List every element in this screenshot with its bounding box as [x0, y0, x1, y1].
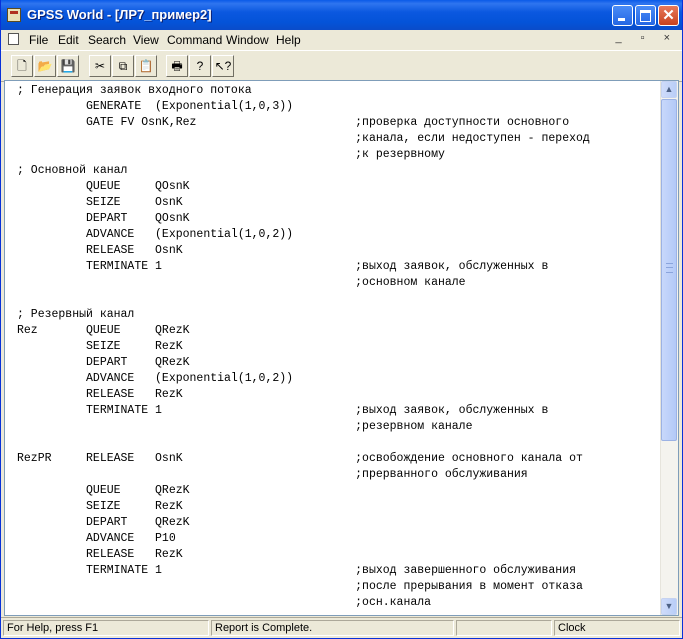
code-line[interactable]: DEPART QRezK	[17, 355, 590, 371]
code-line[interactable]	[17, 291, 590, 307]
code-line[interactable]: ADVANCE (Exponential(1,0,2))	[17, 371, 590, 387]
code-line[interactable]: RezPR RELEASE OsnK ;освобождение основно…	[17, 451, 590, 467]
paste-clipboard-icon[interactable]: 📋	[135, 55, 157, 77]
code-line[interactable]: GATE FV OsnK,Rez ;проверка доступности о…	[17, 115, 590, 131]
gpss-app-icon[interactable]	[7, 8, 21, 22]
code-line[interactable]: DEPART QOsnK	[17, 211, 590, 227]
menu-view[interactable]: View	[133, 33, 159, 47]
save-disk-icon[interactable]: 💾	[57, 55, 79, 77]
menu-search[interactable]: Search	[88, 33, 126, 47]
scroll-up-arrow-icon[interactable]: ▲	[661, 81, 677, 98]
code-line[interactable]: ;прерванного обслуживания	[17, 467, 590, 483]
code-line[interactable]: SEIZE RezK	[17, 339, 590, 355]
code-line[interactable]: ADVANCE P10	[17, 531, 590, 547]
code-line[interactable]: RELEASE RezK	[17, 387, 590, 403]
new-file-icon[interactable]: 🗋	[11, 55, 33, 77]
application-window: GPSS World - [ЛР7_пример2] ✕ File Edit S…	[0, 0, 683, 639]
code-line[interactable]: DEPART QRezK	[17, 515, 590, 531]
minimize-icon	[618, 18, 625, 21]
help-question-icon[interactable]: ?	[189, 55, 211, 77]
code-line[interactable]: ;осн.канала	[17, 595, 590, 611]
code-line[interactable]: GENERATE (Exponential(1,0,3))	[17, 99, 590, 115]
open-folder-icon[interactable]: 📂	[34, 55, 56, 77]
code-line[interactable]: ;канала, если недоступен - переход	[17, 131, 590, 147]
grip-icon	[666, 263, 673, 273]
menu-help[interactable]: Help	[276, 33, 301, 47]
code-line[interactable]: SEIZE RezK	[17, 499, 590, 515]
document-icon[interactable]	[8, 33, 19, 45]
code-text[interactable]: ; Генерация заявок входного потока GENER…	[17, 83, 590, 611]
status-clock: Clock	[554, 620, 680, 636]
code-line[interactable]: ; Основной канал	[17, 163, 590, 179]
copy-icon[interactable]: ⧉	[112, 55, 134, 77]
code-line[interactable]: ADVANCE (Exponential(1,0,2))	[17, 227, 590, 243]
scroll-thumb[interactable]	[661, 99, 677, 441]
code-editor[interactable]: ; Генерация заявок входного потока GENER…	[4, 80, 679, 616]
menu-edit[interactable]: Edit	[58, 33, 79, 47]
maximize-icon	[640, 10, 651, 22]
code-line[interactable]: ;резервном канале	[17, 419, 590, 435]
menu-file[interactable]: File	[29, 33, 48, 47]
close-button[interactable]: ✕	[658, 5, 679, 26]
scroll-down-arrow-icon[interactable]: ▼	[661, 598, 677, 615]
status-bar: For Help, press F1 Report is Complete. C…	[1, 617, 682, 638]
mdi-window-controls[interactable]: _ ▫ ×	[615, 32, 678, 44]
maximize-button[interactable]	[635, 5, 656, 26]
status-help-text: For Help, press F1	[3, 620, 209, 636]
menu-bar: File Edit Search View Command Window Hel…	[1, 30, 682, 49]
code-line[interactable]: RELEASE RezK	[17, 547, 590, 563]
code-line[interactable]: TERMINATE 1 ;выход заявок, обслуженных в	[17, 259, 590, 275]
code-line[interactable]: ;после прерывания в момент отказа	[17, 579, 590, 595]
print-icon[interactable]: 🖶	[166, 55, 188, 77]
title-bar[interactable]: GPSS World - [ЛР7_пример2] ✕	[1, 0, 682, 30]
code-line[interactable]: ;к резервному	[17, 147, 590, 163]
context-help-icon[interactable]: ↖?	[212, 55, 234, 77]
code-line[interactable]: ; Генерация заявок входного потока	[17, 83, 590, 99]
code-line[interactable]: ; Резервный канал	[17, 307, 590, 323]
vertical-scrollbar[interactable]: ▲ ▼	[660, 81, 678, 615]
code-line[interactable]: RELEASE OsnK	[17, 243, 590, 259]
code-line[interactable]: SEIZE OsnK	[17, 195, 590, 211]
minimize-button[interactable]	[612, 5, 633, 26]
code-line[interactable]: TERMINATE 1 ;выход завершенного обслужив…	[17, 563, 590, 579]
cut-scissors-icon[interactable]: ✂	[89, 55, 111, 77]
toolbar: 🗋 📂 💾 ✂ ⧉ 📋 🖶 ? ↖?	[1, 50, 682, 82]
code-line[interactable]: QUEUE QRezK	[17, 483, 590, 499]
status-empty-pane	[456, 620, 552, 636]
close-icon: ✕	[662, 7, 675, 24]
menu-window[interactable]: Window	[226, 33, 269, 47]
menu-command[interactable]: Command	[167, 33, 222, 47]
code-line[interactable]: Rez QUEUE QRezK	[17, 323, 590, 339]
window-title: GPSS World - [ЛР7_пример2]	[27, 7, 212, 22]
code-line[interactable]: ;основном канале	[17, 275, 590, 291]
code-line[interactable]: TERMINATE 1 ;выход заявок, обслуженных в	[17, 403, 590, 419]
code-line[interactable]	[17, 435, 590, 451]
status-report: Report is Complete.	[211, 620, 454, 636]
code-line[interactable]: QUEUE QOsnK	[17, 179, 590, 195]
